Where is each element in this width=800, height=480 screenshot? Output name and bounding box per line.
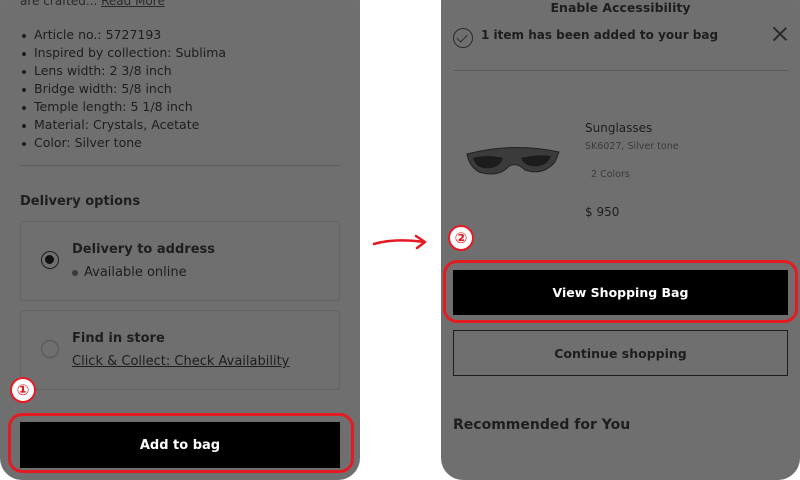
highlight-frame — [443, 260, 798, 323]
option-availability: Available online — [72, 265, 187, 280]
spec-list: Article no.: 5727193 Inspired by collect… — [20, 26, 226, 152]
delivery-option-address[interactable]: Delivery to address Available online — [20, 221, 340, 301]
highlight-frame — [8, 413, 354, 473]
close-icon[interactable] — [771, 25, 789, 43]
product-detail-panel: are crafted... Read More Article no.: 57… — [0, 0, 360, 480]
product-colors: 2 Colors — [591, 169, 630, 180]
spec-item: Temple length: 5 1/8 inch — [20, 98, 226, 116]
added-to-bag-message: 1 item has been added to your bag — [481, 28, 719, 42]
sunglasses-image — [466, 147, 560, 175]
tutorial-stage: are crafted... Read More Article no.: 57… — [0, 0, 800, 480]
step-2-badge: ② — [448, 225, 474, 251]
recommended-heading: Recommended for You — [453, 417, 631, 433]
product-price: $ 950 — [585, 205, 620, 219]
delivery-option-store[interactable]: Find in store Click & Collect: Check Ava… — [20, 310, 340, 390]
option-label: Delivery to address — [72, 242, 215, 257]
divider — [453, 70, 788, 71]
availability-text: Available online — [84, 265, 187, 280]
bag-confirmation-panel: Enable Accessibility 1 item has been add… — [441, 0, 800, 480]
continue-shopping-button[interactable]: Continue shopping — [453, 330, 788, 376]
spec-item: Color: Silver tone — [20, 134, 226, 152]
divider — [20, 165, 340, 166]
spec-item: Lens width: 2 3/8 inch — [20, 62, 226, 80]
delivery-options-title: Delivery options — [20, 194, 141, 209]
check-availability-link[interactable]: Click & Collect: Check Availability — [72, 354, 289, 369]
option-label: Find in store — [72, 331, 165, 346]
check-circle-icon — [453, 28, 473, 48]
spec-item: Material: Crystals, Acetate — [20, 116, 226, 134]
spec-item: Bridge width: 5/8 inch — [20, 80, 226, 98]
status-dot-icon — [72, 269, 78, 276]
description-text: are crafted... — [20, 0, 98, 8]
product-sku: SK6027, Silver tone — [585, 141, 679, 152]
read-more-link[interactable]: Read More — [101, 0, 165, 8]
radio-unselected-icon[interactable] — [41, 340, 59, 358]
step-1-badge: ① — [10, 377, 36, 403]
spec-item: Inspired by collection: Sublima — [20, 44, 226, 62]
product-name: Sunglasses — [585, 121, 653, 135]
description-snippet: are crafted... Read More — [20, 0, 165, 8]
arrow-right-icon — [372, 234, 427, 250]
radio-selected-icon[interactable] — [41, 251, 59, 269]
spec-item: Article no.: 5727193 — [20, 26, 226, 44]
enable-accessibility-link[interactable]: Enable Accessibility — [441, 0, 800, 15]
